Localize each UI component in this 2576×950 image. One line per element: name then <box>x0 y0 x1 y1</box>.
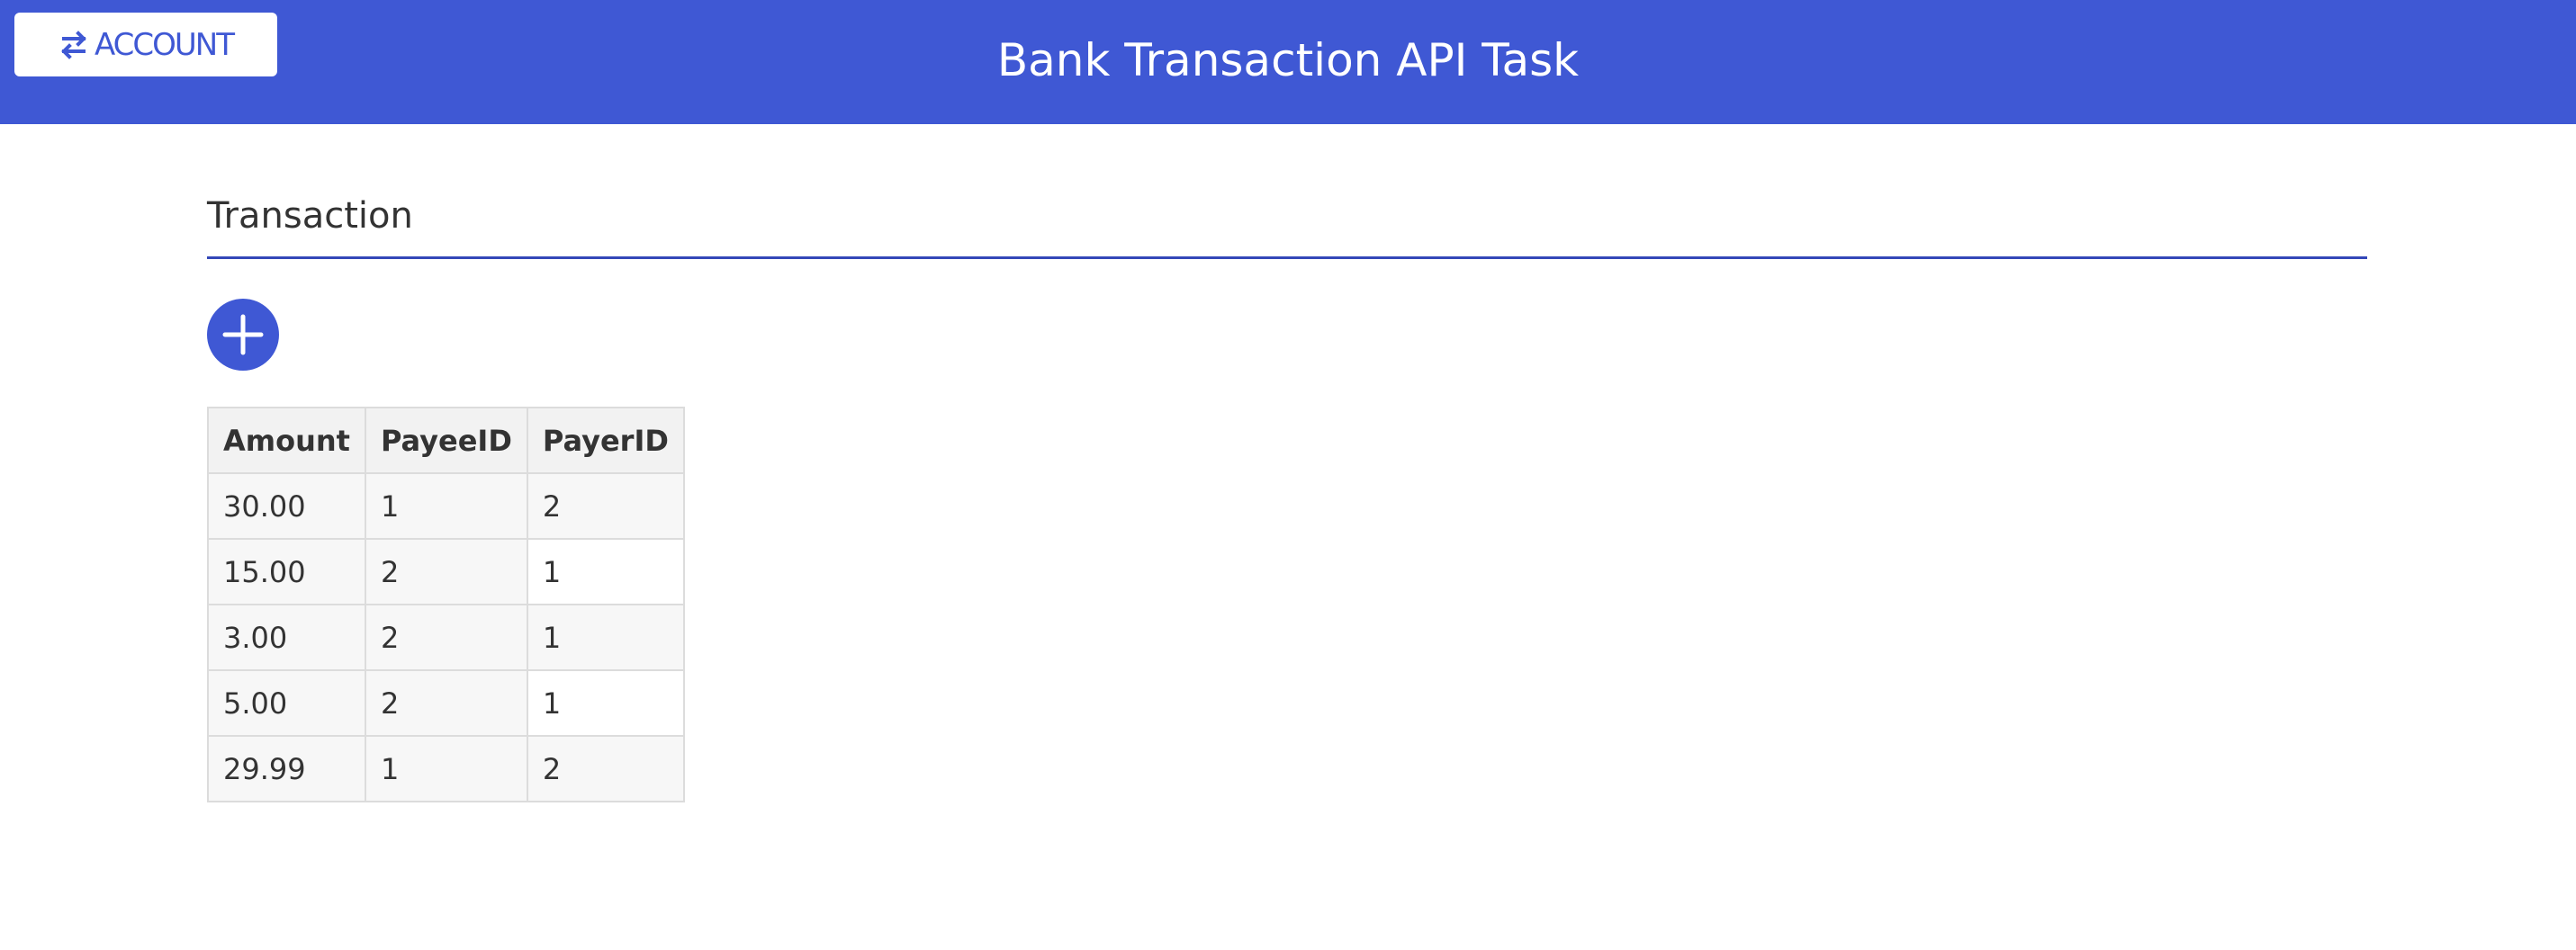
add-transaction-button[interactable] <box>207 299 279 371</box>
transactions-table: Amount PayeeID PayerID 30.00 1 2 15.00 2… <box>207 407 685 802</box>
table-row: 3.00 2 1 <box>207 604 685 671</box>
cell-payer-id: 1 <box>526 538 685 605</box>
cell-amount: 29.99 <box>207 735 366 802</box>
table-row: 15.00 2 1 <box>207 538 685 605</box>
column-header-amount: Amount <box>207 407 366 474</box>
cell-payer-id: 2 <box>526 735 685 802</box>
cell-amount: 15.00 <box>207 538 366 605</box>
cell-payee-id: 2 <box>364 538 528 605</box>
header-bar: ACCOUNT Bank Transaction API Task <box>0 0 2576 124</box>
cell-payer-id: 1 <box>526 669 685 737</box>
cell-payee-id: 2 <box>364 669 528 737</box>
section-title: Transaction <box>207 195 413 237</box>
cell-payee-id: 1 <box>364 735 528 802</box>
cell-amount: 3.00 <box>207 604 366 671</box>
cell-amount: 30.00 <box>207 472 366 540</box>
column-header-payee-id: PayeeID <box>364 407 528 474</box>
table-header-row: Amount PayeeID PayerID <box>207 407 685 474</box>
cell-amount: 5.00 <box>207 669 366 737</box>
cell-payee-id: 2 <box>364 604 528 671</box>
table-row: 5.00 2 1 <box>207 669 685 737</box>
cell-payer-id: 1 <box>526 604 685 671</box>
cell-payee-id: 1 <box>364 472 528 540</box>
cell-payer-id: 2 <box>526 472 685 540</box>
plus-icon <box>222 314 264 355</box>
table-row: 29.99 1 2 <box>207 735 685 802</box>
table-row: 30.00 1 2 <box>207 472 685 540</box>
column-header-payer-id: PayerID <box>526 407 685 474</box>
section-divider <box>207 256 2367 259</box>
app-title: Bank Transaction API Task <box>996 34 1580 86</box>
